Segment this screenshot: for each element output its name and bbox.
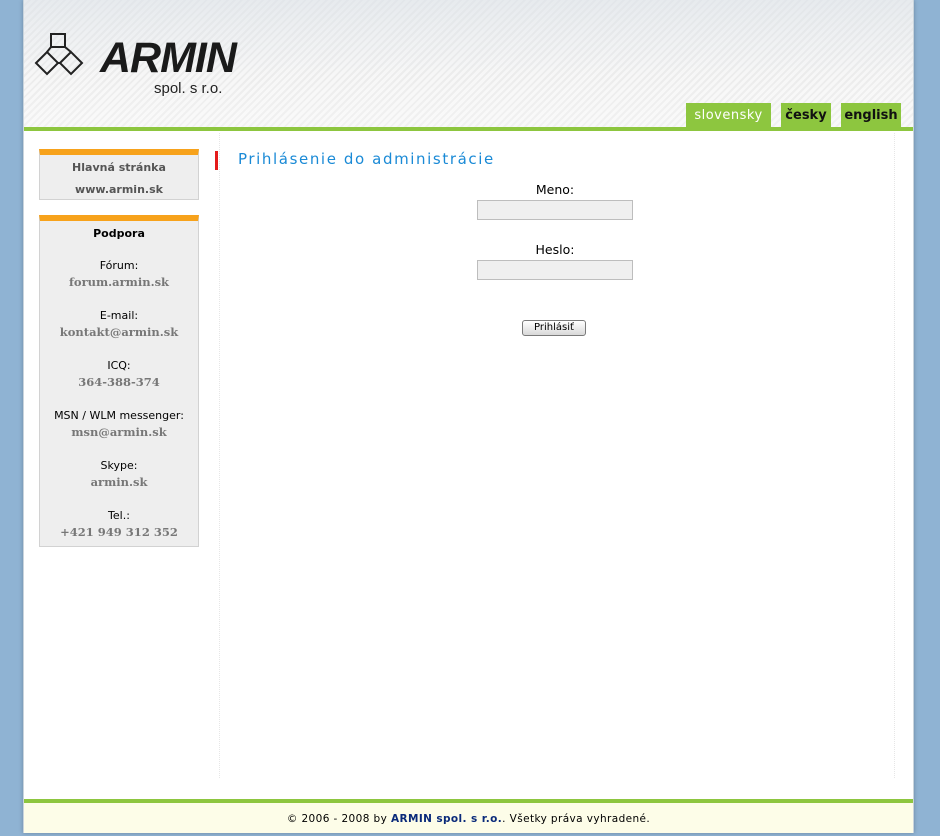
support-forum-label: Fórum: (99, 259, 139, 272)
logo-subtitle: spol. s r.o. (154, 80, 223, 97)
support-msn-label: MSN / WLM messenger: (54, 409, 184, 422)
password-input[interactable] (477, 260, 633, 280)
footer-copyright-prefix: © 2006 - 2008 by (286, 813, 388, 825)
footer-copyright-suffix: . Všetky práva vyhradené. (502, 813, 651, 825)
support-msn-link[interactable]: msn@armin.sk (40, 425, 198, 439)
support-title: Podpora (93, 227, 145, 240)
sidebar-link-home[interactable]: Hlavná stránka (40, 161, 198, 174)
lang-tab-slovak[interactable]: slovensky (686, 103, 771, 128)
sidebar-nav-box: Hlavná stránka www.armin.sk (39, 149, 199, 200)
lang-tab-english[interactable]: english (841, 103, 901, 128)
support-email-link[interactable]: kontakt@armin.sk (40, 325, 198, 339)
support-icq-value: 364-388-374 (78, 375, 160, 389)
support-forum-link[interactable]: forum.armin.sk (40, 275, 198, 289)
support-skype-label: Skype: (100, 459, 138, 472)
page-container: ARMIN spol. s r.o. slovensky česky engli… (23, 0, 914, 833)
armin-logo-icon (34, 33, 84, 76)
footer: © 2006 - 2008 by ARMIN spol. s r.o.. Vše… (24, 803, 913, 833)
sidebar-link-website[interactable]: www.armin.sk (40, 183, 198, 196)
logo-wordmark: ARMIN (100, 34, 237, 82)
username-input[interactable] (477, 200, 633, 220)
support-email-label: E-mail: (99, 309, 139, 322)
title-marker (215, 151, 218, 170)
main-content-area (219, 133, 895, 778)
footer-company-link[interactable]: ARMIN spol. s r.o. (391, 813, 502, 825)
company-logo[interactable]: ARMIN spol. s r.o. (34, 30, 237, 102)
support-skype-link[interactable]: armin.sk (40, 475, 198, 489)
lang-tab-czech[interactable]: česky (781, 103, 831, 128)
support-phone-label: Tel.: (108, 509, 130, 522)
header-divider (24, 127, 913, 131)
support-icq-label: ICQ: (107, 359, 131, 372)
login-button[interactable]: Prihlásiť (522, 320, 586, 336)
password-label: Heslo: (535, 242, 575, 257)
username-label: Meno: (535, 182, 575, 197)
support-phone-value: +421 949 312 352 (60, 525, 178, 539)
sidebar-support-box: Podpora Fórum: forum.armin.sk E-mail: ko… (39, 215, 199, 547)
page-title: Prihlásenie do administrácie (238, 150, 495, 168)
